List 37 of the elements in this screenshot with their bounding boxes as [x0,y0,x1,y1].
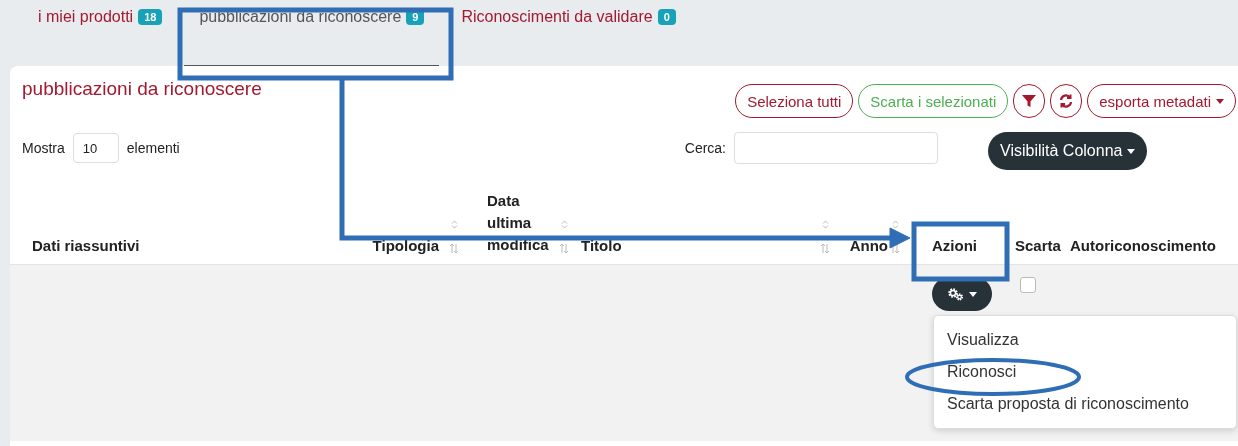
gears-icon [947,287,964,301]
column-header[interactable]: Data ultima modifica [487,190,549,256]
dropdown-button[interactable]: esporta metadati [1087,84,1236,118]
column-header[interactable]: Anno [849,236,888,256]
count-badge: 18 [138,9,163,25]
caret-icon [1216,98,1224,104]
page-size-select[interactable]: 10 [72,133,119,163]
search-label: Cerca: [684,140,726,156]
tab[interactable]: i miei prodotti 18 [23,0,178,66]
label: Mostra [22,140,65,156]
count-badge: 0 [657,9,676,25]
action-button[interactable]: Seleziona tutti [735,84,854,118]
checkbox[interactable] [1020,277,1036,293]
column-header: Autoriconoscimento [1070,236,1216,256]
caret-icon [968,291,977,297]
tab[interactable]: Riconoscimenti da validare 0 [446,0,691,66]
sort-chevron-icon [560,220,568,229]
column-header: Azioni [931,236,977,256]
column-header: Scarta [1014,236,1061,256]
column-visibility-button[interactable]: Visibilità Colonna [988,132,1148,170]
label: elementi [126,140,180,156]
refresh-icon [1059,94,1074,108]
sort-chevron-icon [450,220,458,229]
sort-chevron-icon [821,220,829,229]
menu-item[interactable]: Riconosci [945,356,1017,388]
column-header: Dati riassuntivi [32,236,140,256]
panel-title: pubblicazioni da riconoscere [22,78,262,100]
column-header[interactable]: Tipologia [372,236,439,256]
column-header[interactable]: Titolo [581,236,622,256]
filter-button[interactable] [1013,84,1046,118]
search-field[interactable] [734,132,938,164]
sort-chevron-icon [891,220,899,229]
filter-icon [1022,94,1037,108]
menu-item[interactable]: Scarta proposta di riconoscimento [945,388,1189,420]
refresh-button[interactable] [1050,84,1083,118]
menu-item[interactable]: Visualizza [945,324,1019,356]
caret-icon [1127,148,1136,154]
